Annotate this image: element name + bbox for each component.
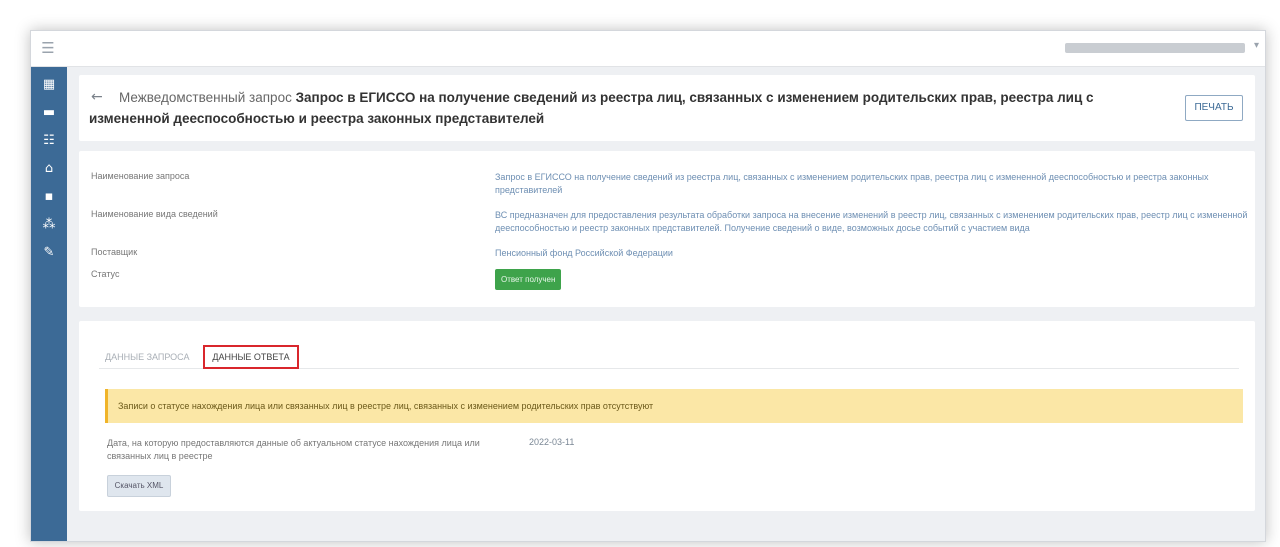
print-button[interactable]: ПЕЧАТЬ bbox=[1185, 95, 1243, 121]
info-label: Поставщик bbox=[91, 247, 138, 257]
edit-icon[interactable]: ✎ bbox=[31, 239, 67, 267]
network-icon[interactable]: ⁂ bbox=[31, 211, 67, 239]
info-label: Наименование вида сведений bbox=[91, 209, 218, 219]
status-badge: Ответ получен bbox=[495, 269, 562, 290]
title-prefix: Межведомственный запрос bbox=[119, 90, 292, 105]
info-value: ВС предназначен для предоставления резул… bbox=[495, 210, 1248, 233]
top-bar: ☰ ▾ bbox=[31, 31, 1265, 67]
request-header: ← Межведомственный запрос Запрос в ЕГИСС… bbox=[79, 75, 1255, 141]
date-label: Дата, на которую предоставляются данные … bbox=[107, 438, 480, 461]
page-title: Межведомственный запрос Запрос в ЕГИССО … bbox=[89, 87, 1169, 129]
info-label: Наименование запроса bbox=[91, 171, 190, 181]
chat-icon[interactable]: ▪ bbox=[31, 183, 67, 211]
tabs: ДАННЫЕ ЗАПРОСА ДАННЫЕ ОТВЕТА bbox=[99, 345, 1239, 369]
briefcase-icon[interactable]: ⌂ bbox=[31, 155, 67, 183]
request-info: Наименование запроса Запрос в ЕГИССО на … bbox=[79, 151, 1255, 307]
tab-response-data[interactable]: ДАННЫЕ ОТВЕТА bbox=[203, 345, 299, 369]
users-icon[interactable]: ☷ bbox=[31, 127, 67, 155]
info-value: Пенсионный фонд Российской Федерации bbox=[495, 248, 673, 258]
tab-request-data[interactable]: ДАННЫЕ ЗАПРОСА bbox=[105, 345, 197, 369]
dashboard-icon[interactable]: ▦ bbox=[31, 71, 67, 99]
info-value: Запрос в ЕГИССО на получение сведений из… bbox=[495, 172, 1209, 195]
info-label: Статус bbox=[91, 269, 120, 279]
date-value: 2022-03-11 bbox=[529, 437, 575, 447]
sidebar: ▦ ▬ ☷ ⌂ ▪ ⁂ ✎ bbox=[31, 67, 67, 541]
app-window: ☰ ▾ ▦ ▬ ☷ ⌂ ▪ ⁂ ✎ ← Межведомственный зап… bbox=[30, 30, 1266, 542]
warning-alert: Записи о статусе нахождения лица или свя… bbox=[105, 389, 1243, 423]
download-xml-button[interactable]: Скачать XML bbox=[107, 475, 171, 497]
hamburger-icon[interactable]: ☰ bbox=[39, 41, 57, 56]
user-menu[interactable] bbox=[1065, 43, 1245, 53]
chevron-down-icon[interactable]: ▾ bbox=[1254, 40, 1259, 51]
info-value: Ответ получен bbox=[495, 269, 1255, 290]
data-panel: ДАННЫЕ ЗАПРОСА ДАННЫЕ ОТВЕТА Записи о ст… bbox=[79, 321, 1255, 511]
inbox-icon[interactable]: ▬ bbox=[31, 99, 67, 127]
